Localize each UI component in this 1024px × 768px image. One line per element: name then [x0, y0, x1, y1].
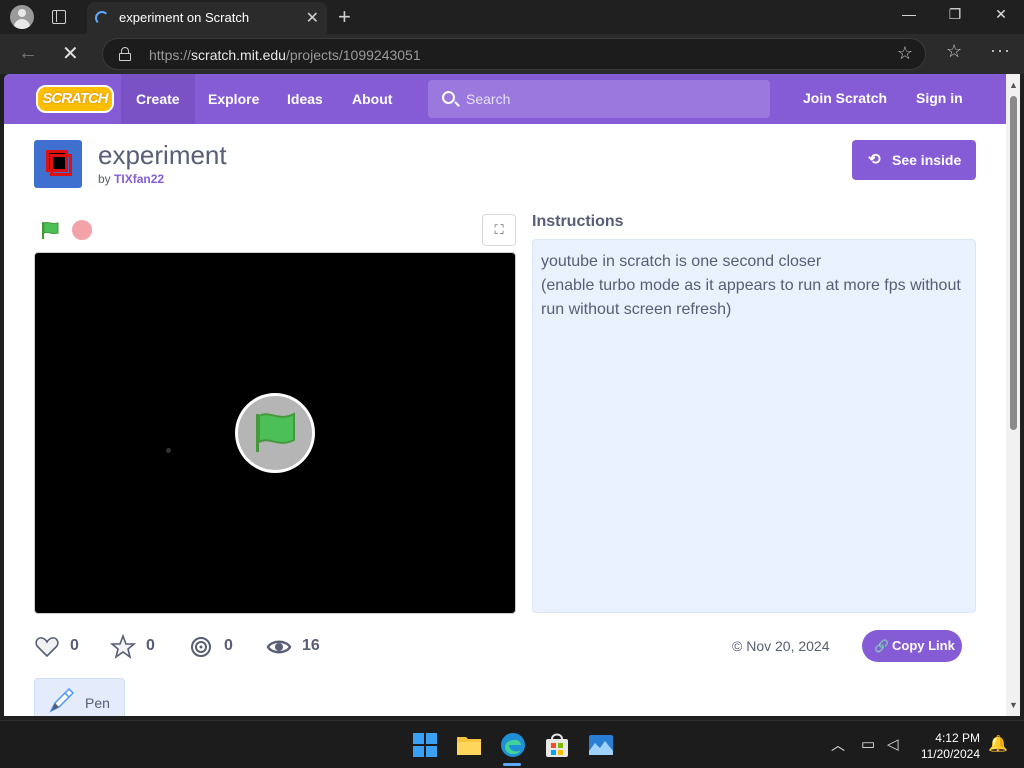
network-icon[interactable]: ▭ — [861, 735, 875, 753]
browser-tab[interactable]: experiment on Scratch ✕ — [87, 2, 327, 34]
project-stage[interactable] — [34, 252, 516, 614]
join-scratch-link[interactable]: Join Scratch — [803, 90, 887, 106]
taskbar-clock[interactable]: 4:12 PM 11/20/2024 — [914, 730, 980, 762]
photos-icon[interactable] — [587, 731, 615, 759]
search-input[interactable]: Search — [428, 80, 770, 118]
fullscreen-icon[interactable]: ⛶ — [482, 214, 516, 246]
eye-icon — [266, 640, 292, 654]
browser-toolbar: ← ✕ https://scratch.mit.edu/projects/109… — [0, 34, 1024, 74]
windows-start-icon[interactable] — [411, 731, 439, 759]
remix-arrows-icon: ⟲ — [868, 151, 881, 168]
favorites-icon[interactable]: ☆ — [946, 41, 962, 62]
back-icon[interactable]: ← — [18, 42, 38, 65]
start-overlay-button[interactable] — [235, 393, 315, 473]
tab-title: experiment on Scratch — [119, 10, 250, 25]
window-close-icon[interactable]: ✕ — [986, 6, 1016, 23]
edge-icon[interactable] — [499, 731, 527, 759]
url-text[interactable]: https://scratch.mit.edu/projects/1099243… — [149, 47, 421, 63]
stop-button-icon[interactable] — [72, 220, 92, 240]
link-icon: 🔗 — [874, 639, 889, 653]
author-link[interactable]: TIXfan22 — [114, 172, 164, 186]
scrollbar-thumb[interactable] — [1010, 96, 1017, 430]
pen-extension-tag[interactable]: Pen — [34, 678, 125, 716]
project-byline: by TIXfan22 — [98, 172, 165, 186]
nav-create[interactable]: Create — [121, 74, 195, 124]
see-inside-button[interactable]: ⟲ See inside — [852, 140, 976, 180]
file-explorer-icon[interactable] — [455, 731, 483, 759]
notification-bell-icon[interactable]: 🔔 — [988, 734, 1008, 754]
store-icon[interactable] — [543, 731, 571, 759]
nav-ideas[interactable]: Ideas — [272, 74, 338, 124]
scroll-down-icon[interactable]: ▼ — [1009, 700, 1018, 710]
tab-close-icon[interactable]: ✕ — [306, 8, 319, 28]
active-app-indicator — [503, 763, 521, 766]
browser-tab-bar: experiment on Scratch ✕ + — ❐ ✕ — [0, 0, 1024, 34]
copy-link-button[interactable]: 🔗 Copy Link — [862, 630, 962, 662]
loading-spinner-icon — [95, 11, 109, 25]
address-bar[interactable]: https://scratch.mit.edu/projects/1099243… — [102, 38, 926, 70]
more-menu-icon[interactable]: ··· — [990, 40, 1011, 61]
instructions-text: youtube in scratch is one second closer … — [532, 239, 976, 613]
star-icon — [110, 634, 136, 659]
scratch-logo[interactable]: SCRATCH — [36, 85, 114, 113]
volume-muted-icon[interactable]: ◁ — [887, 735, 899, 753]
project-date: © Nov 20, 2024 — [732, 638, 830, 654]
web-page: SCRATCH Create Explore Ideas About Searc… — [4, 74, 1006, 716]
stage-sprite — [166, 448, 171, 453]
heart-icon — [35, 637, 59, 658]
minimize-icon[interactable]: — — [894, 6, 924, 22]
pen-icon — [49, 687, 75, 713]
favorite-star-icon[interactable]: ☆ — [897, 43, 913, 64]
new-tab-icon[interactable]: + — [338, 4, 351, 30]
lock-icon[interactable] — [119, 47, 131, 61]
scratch-navbar: SCRATCH Create Explore Ideas About Searc… — [4, 74, 1006, 124]
tab-actions-icon[interactable] — [52, 10, 66, 24]
nav-about[interactable]: About — [337, 74, 407, 124]
search-icon — [442, 91, 455, 104]
stop-loading-icon[interactable]: ✕ — [62, 41, 79, 66]
restore-icon[interactable]: ❐ — [940, 6, 970, 23]
show-hidden-icons-icon[interactable]: ︿ — [831, 735, 845, 755]
profile-avatar-icon[interactable] — [10, 5, 34, 29]
search-placeholder: Search — [466, 91, 511, 107]
scroll-up-icon[interactable]: ▲ — [1009, 80, 1018, 90]
author-avatar[interactable] — [34, 140, 82, 188]
remix-spiral-icon — [191, 637, 211, 657]
windows-taskbar: ︿ ▭ ◁ 4:12 PM 11/20/2024 🔔 — [0, 720, 1024, 768]
nav-explore[interactable]: Explore — [193, 74, 274, 124]
green-flag-overlay-icon — [256, 412, 295, 452]
sign-in-link[interactable]: Sign in — [916, 90, 963, 106]
page-scrollbar[interactable]: ▲ ▼ — [1006, 74, 1020, 716]
green-flag-icon[interactable] — [40, 220, 60, 240]
instructions-heading: Instructions — [532, 213, 624, 230]
project-title: experiment — [98, 140, 227, 170]
